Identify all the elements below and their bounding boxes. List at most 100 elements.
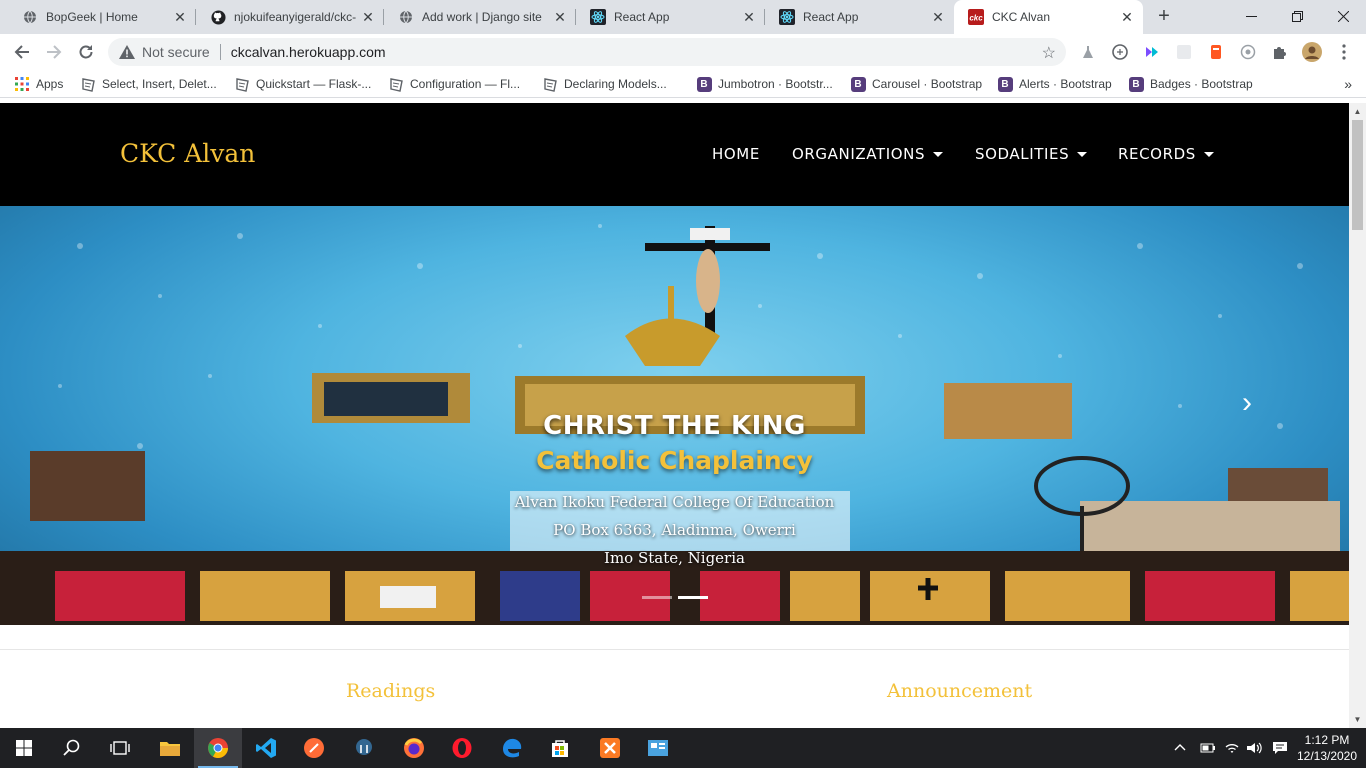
- address-bar[interactable]: Not secure ckcalvan.herokuapp.com ☆: [108, 38, 1066, 66]
- scroll-up-icon[interactable]: ▲: [1349, 103, 1366, 120]
- browser-tab[interactable]: Add work | Django site ✕: [384, 0, 576, 34]
- close-tab-icon[interactable]: ✕: [552, 9, 568, 25]
- bootstrap-icon: B: [997, 76, 1013, 92]
- restore-button[interactable]: [1274, 0, 1320, 32]
- url-text[interactable]: ckcalvan.herokuapp.com: [231, 44, 386, 60]
- new-tab-button[interactable]: +: [1153, 6, 1175, 27]
- bookmark-page-icon: [80, 76, 96, 92]
- tab-title: Add work | Django site: [422, 10, 542, 24]
- close-tab-icon[interactable]: ✕: [360, 9, 376, 25]
- back-button[interactable]: [10, 40, 34, 64]
- nav-organizations[interactable]: ORGANIZATIONS: [792, 145, 944, 163]
- bookmark-apps[interactable]: Apps: [14, 75, 63, 93]
- hero-address-line: PO Box 6363, Aladinma, Owerri: [553, 521, 796, 539]
- bookmark-star-icon[interactable]: ☆: [1042, 43, 1056, 63]
- minimize-button[interactable]: [1228, 0, 1274, 32]
- nav-sodalities[interactable]: SODALITIES: [975, 145, 1088, 163]
- bookmark-label: Carousel · Bootstrap: [872, 77, 983, 91]
- carousel-indicator-active[interactable]: [678, 596, 708, 599]
- battery-icon[interactable]: [1200, 728, 1216, 768]
- bootstrap-icon: B: [850, 76, 866, 92]
- chrome-icon[interactable]: [194, 728, 242, 768]
- page-viewport: CKC Alvan HOME ORGANIZATIONS SODALITIES …: [0, 103, 1349, 728]
- bookmark-item[interactable]: Select, Insert, Delet...: [80, 75, 217, 93]
- extensions-puzzle-icon[interactable]: [1270, 42, 1290, 62]
- extension-icon[interactable]: [1206, 42, 1226, 62]
- bookmark-item[interactable]: B Alerts · Bootstrap: [997, 75, 1112, 93]
- extension-icon[interactable]: [1174, 42, 1194, 62]
- more-bookmarks-icon[interactable]: »: [1344, 76, 1352, 92]
- edge-icon[interactable]: [488, 728, 536, 768]
- bookmark-item[interactable]: B Jumbotron · Bootstr...: [696, 75, 833, 93]
- close-tab-icon[interactable]: ✕: [741, 9, 757, 25]
- github-icon: [210, 9, 226, 25]
- nav-records[interactable]: RECORDS: [1118, 145, 1214, 163]
- close-window-button[interactable]: [1320, 0, 1366, 32]
- postman-icon[interactable]: [290, 728, 338, 768]
- task-view-icon[interactable]: [96, 728, 144, 768]
- tab-title: CKC Alvan: [992, 10, 1051, 24]
- announcement-heading: Announcement: [887, 680, 1033, 702]
- close-tab-icon[interactable]: ✕: [930, 9, 946, 25]
- bookmark-label: Alerts · Bootstrap: [1019, 77, 1112, 91]
- store-icon[interactable]: [536, 728, 584, 768]
- bookmark-item[interactable]: Configuration — Fl...: [388, 75, 520, 93]
- browser-tab[interactable]: njokuifeanyigerald/ckc- ✕: [196, 0, 384, 34]
- start-button[interactable]: [0, 728, 48, 768]
- bootstrap-icon: B: [696, 76, 712, 92]
- profile-avatar[interactable]: [1302, 42, 1322, 62]
- nav-label: RECORDS: [1118, 145, 1196, 163]
- postgresql-icon[interactable]: [340, 728, 388, 768]
- bookmark-item[interactable]: Quickstart — Flask-...: [234, 75, 371, 93]
- bookmark-label: Configuration — Fl...: [410, 77, 521, 91]
- extension-icon[interactable]: [1142, 42, 1162, 62]
- search-icon[interactable]: [48, 728, 96, 768]
- react-icon: [779, 9, 795, 25]
- bootstrap-icon: B: [1128, 76, 1144, 92]
- scroll-down-icon[interactable]: ▼: [1349, 711, 1366, 728]
- bookmark-item[interactable]: B Badges · Bootstrap: [1128, 75, 1253, 93]
- carousel-indicator[interactable]: [642, 596, 672, 599]
- content-section: Readings Announcement: [0, 625, 1349, 728]
- hero-subtitle: Catholic Chaplaincy: [536, 446, 813, 475]
- extension-icon[interactable]: [1078, 42, 1098, 62]
- browser-tab[interactable]: React App ✕: [576, 0, 765, 34]
- extension-icon[interactable]: [1110, 42, 1130, 62]
- firefox-icon[interactable]: [390, 728, 438, 768]
- carousel-next-icon[interactable]: ›: [1230, 386, 1264, 420]
- app-icon[interactable]: [634, 728, 682, 768]
- site-brand[interactable]: CKC Alvan: [120, 139, 255, 168]
- security-status[interactable]: Not secure: [142, 44, 210, 60]
- page-scrollbar[interactable]: ▲ ▼: [1349, 103, 1366, 728]
- file-explorer-icon[interactable]: [146, 728, 194, 768]
- scrollbar-thumb[interactable]: [1352, 120, 1363, 230]
- reload-button[interactable]: [74, 40, 98, 64]
- browser-tab-active[interactable]: ckc CKC Alvan ✕: [954, 0, 1143, 34]
- bookmarks-bar: Apps Select, Insert, Delet... Quickstart…: [0, 70, 1366, 98]
- opera-icon[interactable]: [438, 728, 486, 768]
- tab-title: njokuifeanyigerald/ckc-: [234, 10, 357, 24]
- globe-icon: [22, 9, 38, 25]
- notifications-icon[interactable]: [1272, 728, 1288, 768]
- close-tab-icon[interactable]: ✕: [172, 9, 188, 25]
- bookmark-label: Badges · Bootstrap: [1150, 77, 1253, 91]
- warning-icon[interactable]: [118, 43, 136, 61]
- section-divider: [0, 649, 1349, 650]
- system-clock[interactable]: 1:12 PM 12/13/2020: [1296, 732, 1358, 764]
- bookmark-page-icon: [388, 76, 404, 92]
- browser-tab[interactable]: React App ✕: [765, 0, 954, 34]
- volume-icon[interactable]: [1246, 728, 1264, 768]
- nav-home[interactable]: HOME: [712, 145, 760, 163]
- wifi-icon[interactable]: [1224, 728, 1240, 768]
- xampp-icon[interactable]: [586, 728, 634, 768]
- forward-button[interactable]: [42, 40, 66, 64]
- show-hidden-icons-chevron-icon[interactable]: [1174, 728, 1186, 768]
- close-tab-icon[interactable]: ✕: [1119, 9, 1135, 25]
- browser-tab-strip: BopGeek | Home ✕ njokuifeanyigerald/ckc-…: [0, 0, 1366, 34]
- extension-icon[interactable]: [1238, 42, 1258, 62]
- bookmark-item[interactable]: Declaring Models...: [542, 75, 667, 93]
- menu-dots-icon[interactable]: [1334, 42, 1354, 62]
- vscode-icon[interactable]: [242, 728, 290, 768]
- browser-tab[interactable]: BopGeek | Home ✕: [8, 0, 196, 34]
- bookmark-item[interactable]: B Carousel · Bootstrap: [850, 75, 982, 93]
